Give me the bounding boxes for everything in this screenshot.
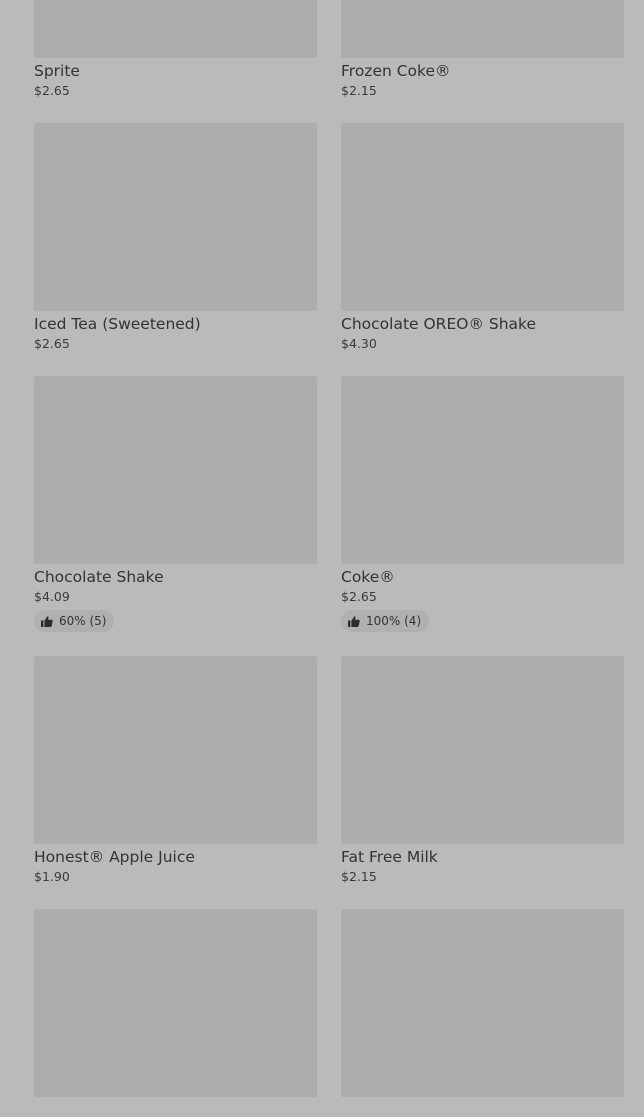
item-price: $2.15 xyxy=(341,869,377,884)
item-image-placeholder[interactable] xyxy=(34,0,317,58)
item-price: $1.90 xyxy=(34,869,70,884)
menu-item[interactable] xyxy=(341,909,624,1097)
thumbs-up-icon xyxy=(41,615,53,627)
menu-item-iced-tea[interactable]: Iced Tea (Sweetened) $2.65 xyxy=(34,123,317,352)
item-image-placeholder[interactable] xyxy=(34,376,317,564)
menu-item-frozen-coke[interactable]: Frozen Coke® $2.15 xyxy=(341,0,624,99)
item-price: $2.65 xyxy=(34,83,70,98)
item-name: Chocolate OREO® Shake xyxy=(341,315,536,333)
item-name: Coke® xyxy=(341,568,395,586)
menu-item-coke[interactable]: Coke® $2.65 100% (4) xyxy=(341,376,624,632)
item-image-placeholder[interactable] xyxy=(34,123,317,311)
rating-badge: 100% (4) xyxy=(341,610,430,632)
menu-item-sprite[interactable]: Sprite $2.65 xyxy=(34,0,317,99)
menu-item-honest-apple-juice[interactable]: Honest® Apple Juice $1.90 xyxy=(34,656,317,885)
item-image-placeholder[interactable] xyxy=(341,376,624,564)
item-image-placeholder[interactable] xyxy=(341,656,624,844)
menu-item-chocolate-oreo-shake[interactable]: Chocolate OREO® Shake $4.30 xyxy=(341,123,624,352)
item-image-placeholder[interactable] xyxy=(34,656,317,844)
item-image-placeholder[interactable] xyxy=(341,123,624,311)
rating-badge: 60% (5) xyxy=(34,610,115,632)
thumbs-up-icon xyxy=(348,615,360,627)
item-price: $4.09 xyxy=(34,589,70,604)
item-price: $4.30 xyxy=(341,336,377,351)
rating-text: 60% (5) xyxy=(59,614,107,628)
item-name: Iced Tea (Sweetened) xyxy=(34,315,201,333)
item-name: Chocolate Shake xyxy=(34,568,164,586)
item-name: Sprite xyxy=(34,62,80,80)
item-name: Frozen Coke® xyxy=(341,62,451,80)
menu-item-grid: Sprite $2.65 Frozen Coke® $2.15 Iced Tea… xyxy=(34,0,624,1097)
menu-item-chocolate-shake[interactable]: Chocolate Shake $4.09 60% (5) xyxy=(34,376,317,632)
item-name: Honest® Apple Juice xyxy=(34,848,195,866)
item-image-placeholder[interactable] xyxy=(341,909,624,1097)
item-price: $2.65 xyxy=(341,589,377,604)
item-name: Fat Free Milk xyxy=(341,848,438,866)
menu-item-fat-free-milk[interactable]: Fat Free Milk $2.15 xyxy=(341,656,624,885)
item-price: $2.15 xyxy=(341,83,377,98)
item-image-placeholder[interactable] xyxy=(341,0,624,58)
rating-text: 100% (4) xyxy=(366,614,422,628)
item-price: $2.65 xyxy=(34,336,70,351)
item-image-placeholder[interactable] xyxy=(34,909,317,1097)
menu-item[interactable] xyxy=(34,909,317,1097)
